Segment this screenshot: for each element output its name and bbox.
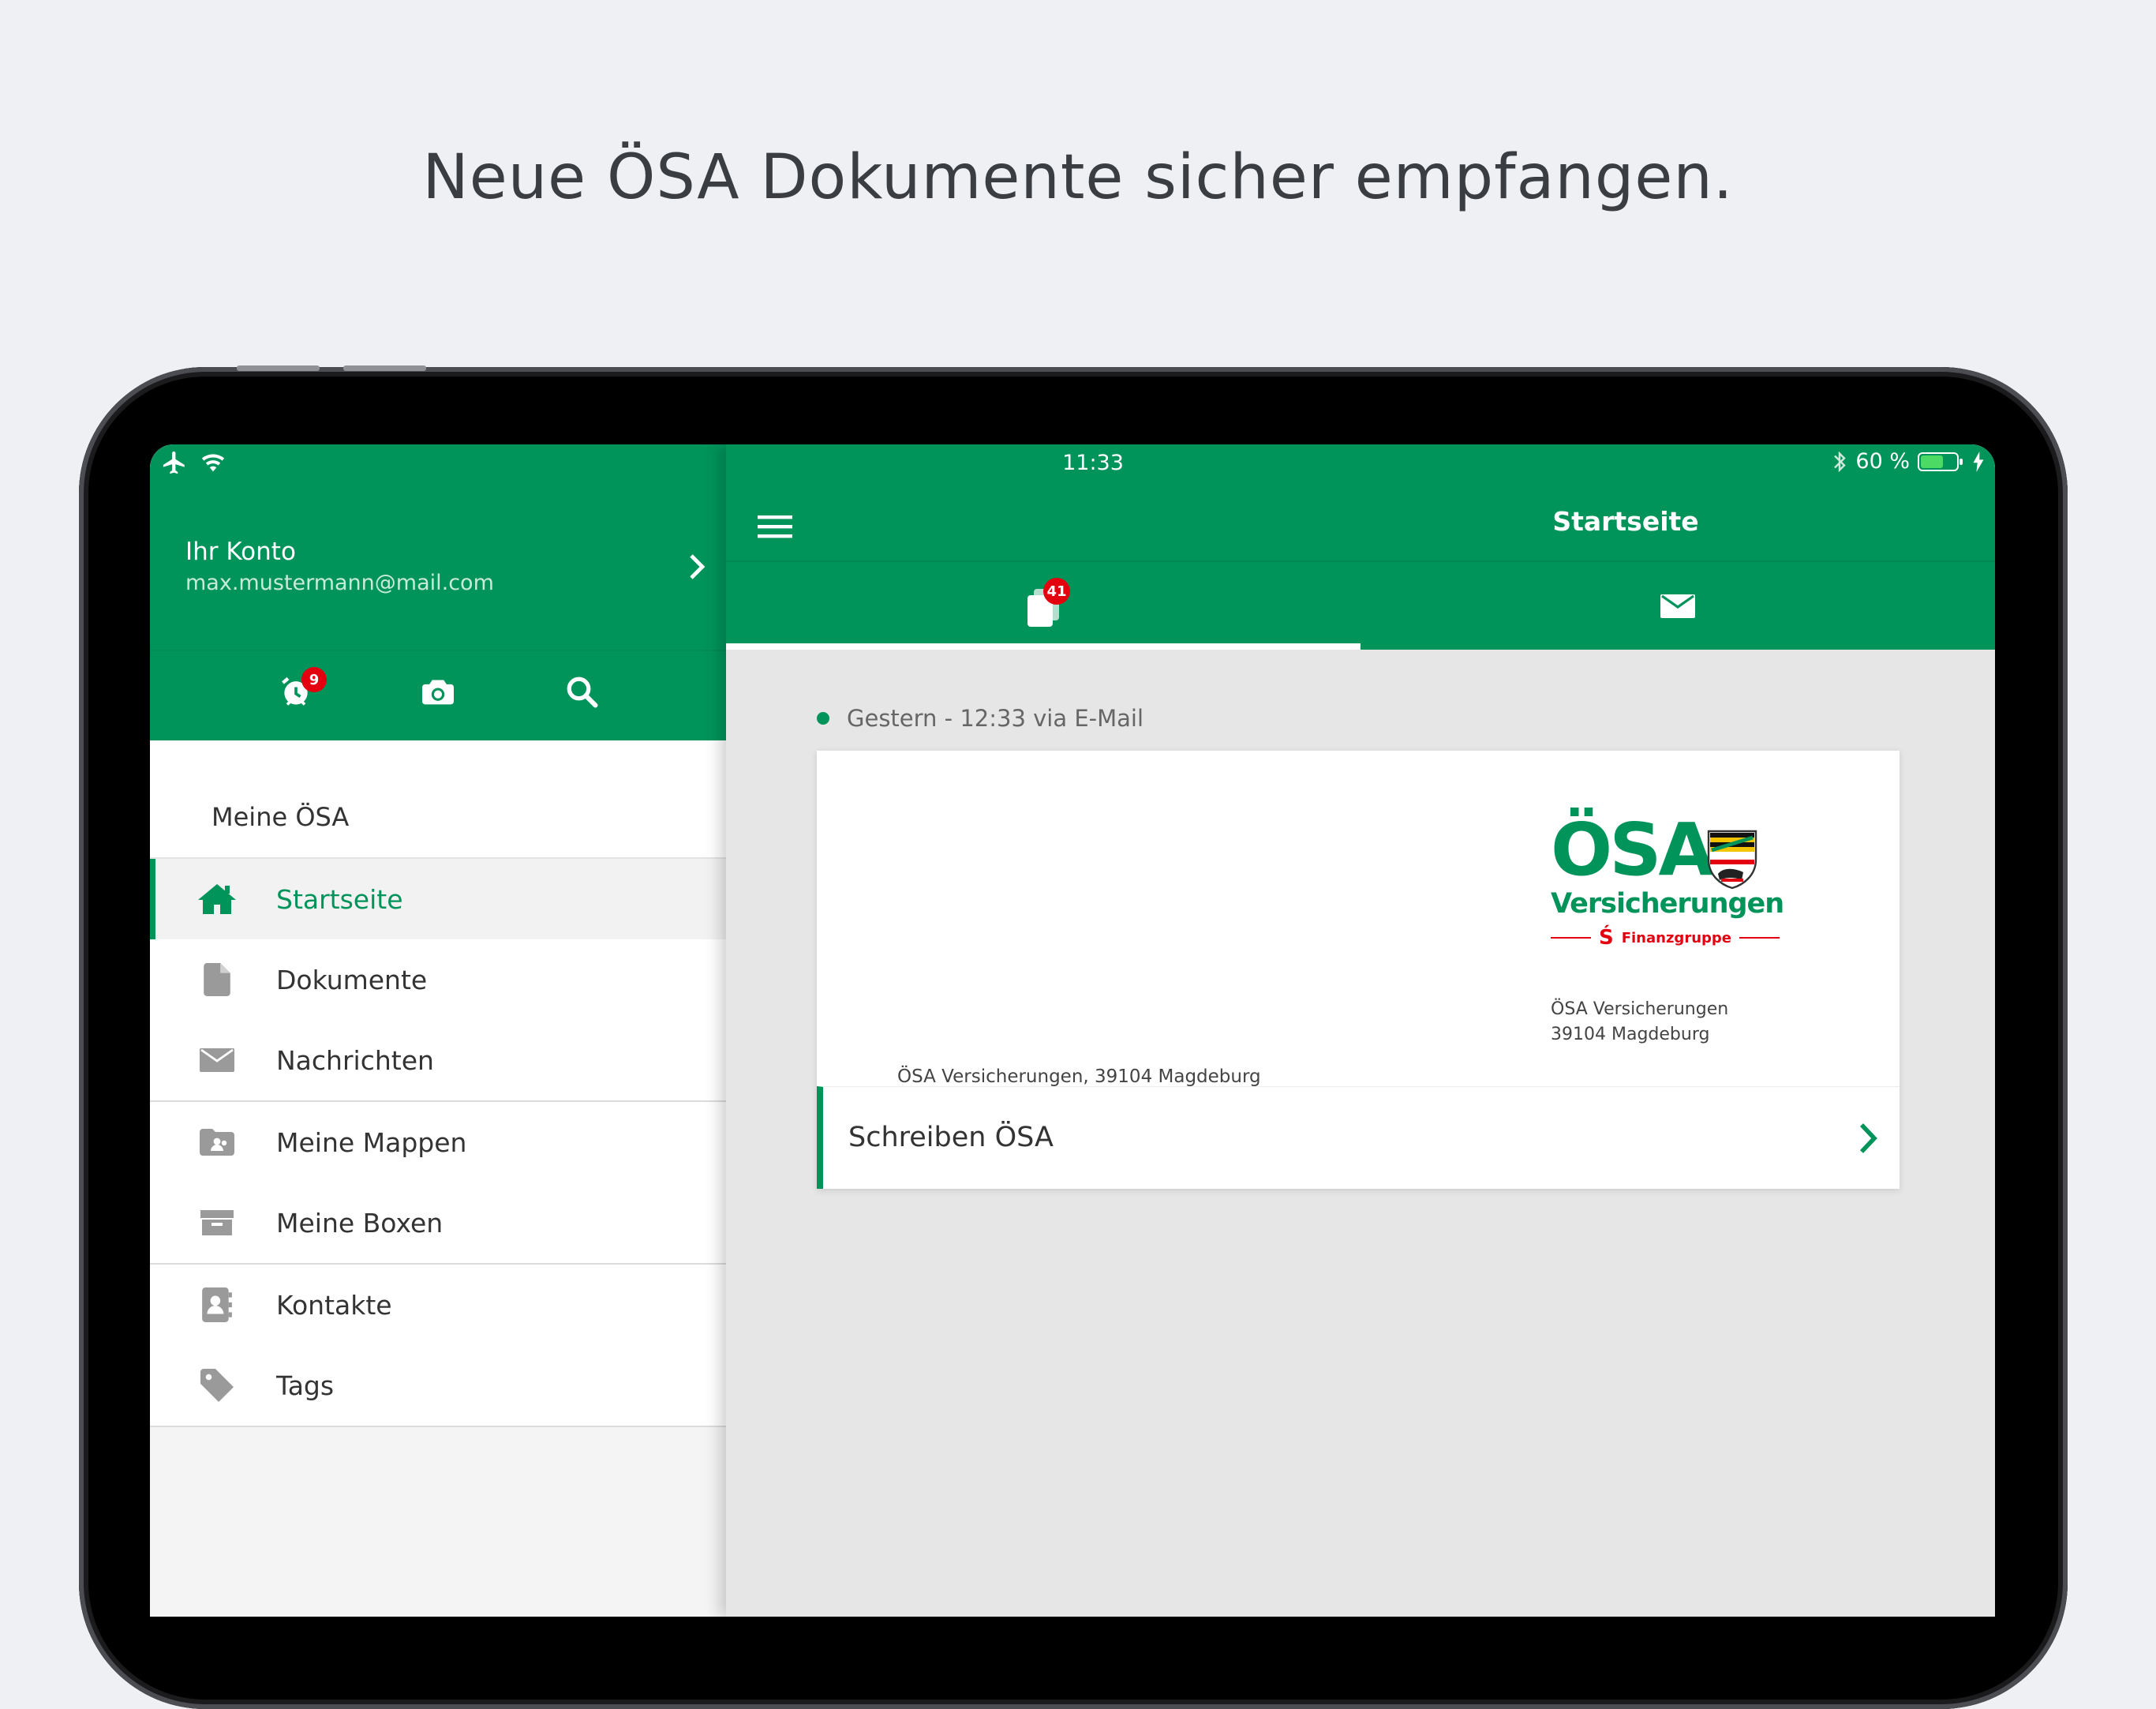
bluetooth-icon [1834,451,1847,472]
menu-item-label: Tags [276,1370,335,1401]
menu-item-label: Meine Boxen [276,1207,444,1239]
alarm-badge: 9 [301,667,327,692]
menu-item-label: Kontakte [276,1289,392,1321]
active-tab-indicator [726,643,1361,650]
menu-item-startseite[interactable]: Startseite [150,859,726,939]
menu-item-meine-mappen[interactable]: Meine Mappen [150,1102,726,1182]
menu-item-meine-boxen[interactable]: Meine Boxen [150,1182,726,1265]
menu-item-dokumente[interactable]: Dokumente [150,939,726,1020]
drawer-divider [150,650,726,651]
battery-percent: 60 % [1855,449,1910,474]
drawer-menu: Meine ÖSA Startseite Dokumente Nachricht… [150,740,726,1427]
airplane-icon [163,451,185,474]
status-right: 60 % [1832,449,1984,474]
account-title[interactable]: Ihr Konto [185,538,296,566]
logo-line [1739,937,1780,939]
sparkasse-s-icon: Ś [1598,926,1614,950]
search-button[interactable] [554,664,609,719]
reminder-button[interactable]: 9 [268,664,327,719]
menu-item-label: Dokumente [276,964,428,995]
menu-item-tags[interactable]: Tags [150,1345,726,1427]
home-icon [197,879,237,919]
logo-line [1551,937,1591,939]
tab-documents-icon-wrap: 41 [1020,578,1070,630]
screen: 11:33 60 % Ihr Konto max.mustermann@mail… [150,444,1995,1617]
logo-finanzgruppe: Ś Finanzgruppe [1551,926,1780,950]
headline: Neue ÖSA Dokumente sicher empfangen. [422,142,1734,213]
menu-section-header: Meine ÖSA [150,740,726,859]
menu-item-label: Startseite [276,883,403,915]
documents-badge: 41 [1043,578,1070,605]
coat-of-arms-icon [1707,830,1757,893]
document-icon [197,960,237,999]
archive-box-icon [197,1203,237,1242]
tab-documents[interactable]: 41 [726,563,1361,650]
logo-sub-text: Versicherungen [1551,888,1784,920]
menu-item-nachrichten[interactable]: Nachrichten [150,1020,726,1102]
status-bar: 11:33 60 % [150,444,1995,484]
shared-folder-icon [197,1122,237,1162]
document-title: Schreiben ÖSA [848,1122,1054,1153]
chevron-right-icon[interactable] [1857,1120,1881,1160]
menu-item-label: Nachrichten [276,1044,434,1076]
hamburger-menu-icon[interactable] [756,508,794,545]
contacts-icon [197,1285,237,1325]
wifi-icon [201,454,224,472]
volume-up-button [237,365,320,371]
menu-section-title: Meine ÖSA [211,802,350,832]
envelope-icon [1660,594,1695,618]
menu-item-label: Meine Mappen [276,1126,467,1158]
tag-icon [197,1366,237,1405]
battery-icon [1918,452,1963,471]
chevron-right-icon[interactable] [687,551,709,586]
camera-button[interactable] [410,664,466,719]
menu-item-kontakte[interactable]: Kontakte [150,1265,726,1345]
header-divider [726,560,1995,562]
document-card-footer[interactable]: Schreiben ÖSA [817,1086,1900,1189]
status-left [161,449,226,482]
search-icon [567,676,598,708]
envelope-icon [197,1040,237,1080]
sender-line: 39104 Magdeburg [1551,1025,1710,1044]
camera-icon [422,680,454,705]
new-item-dot [817,712,829,725]
feed-date: Gestern - 12:33 via E-Mail [847,705,1144,732]
feed-date-row: Gestern - 12:33 via E-Mail [817,705,1144,732]
tab-messages[interactable] [1361,563,1995,650]
page-title: Startseite [1552,506,1699,537]
status-time: 11:33 [1062,451,1124,475]
side-drawer: Ihr Konto max.mustermann@mail.com 9 Mein… [150,444,726,1617]
document-card[interactable]: ÖSA Versicherungen Ś Finanzgruppe ÖSA Ve… [817,751,1900,1189]
sender-line: ÖSA Versicherungen [1551,999,1729,1019]
account-email: max.mustermann@mail.com [185,571,494,595]
volume-down-button [343,365,426,371]
return-address: ÖSA Versicherungen, 39104 Magdeburg [897,1066,1261,1087]
charging-icon [1973,451,1984,472]
sender-address: ÖSA Versicherungen 39104 Magdeburg [1551,997,1728,1048]
logo-fin-text: Finanzgruppe [1621,929,1731,946]
main-panel: Startseite 41 Gestern - 12:33 via E-Mail… [726,444,1995,1617]
drawer-header: Ihr Konto max.mustermann@mail.com 9 [150,444,726,740]
